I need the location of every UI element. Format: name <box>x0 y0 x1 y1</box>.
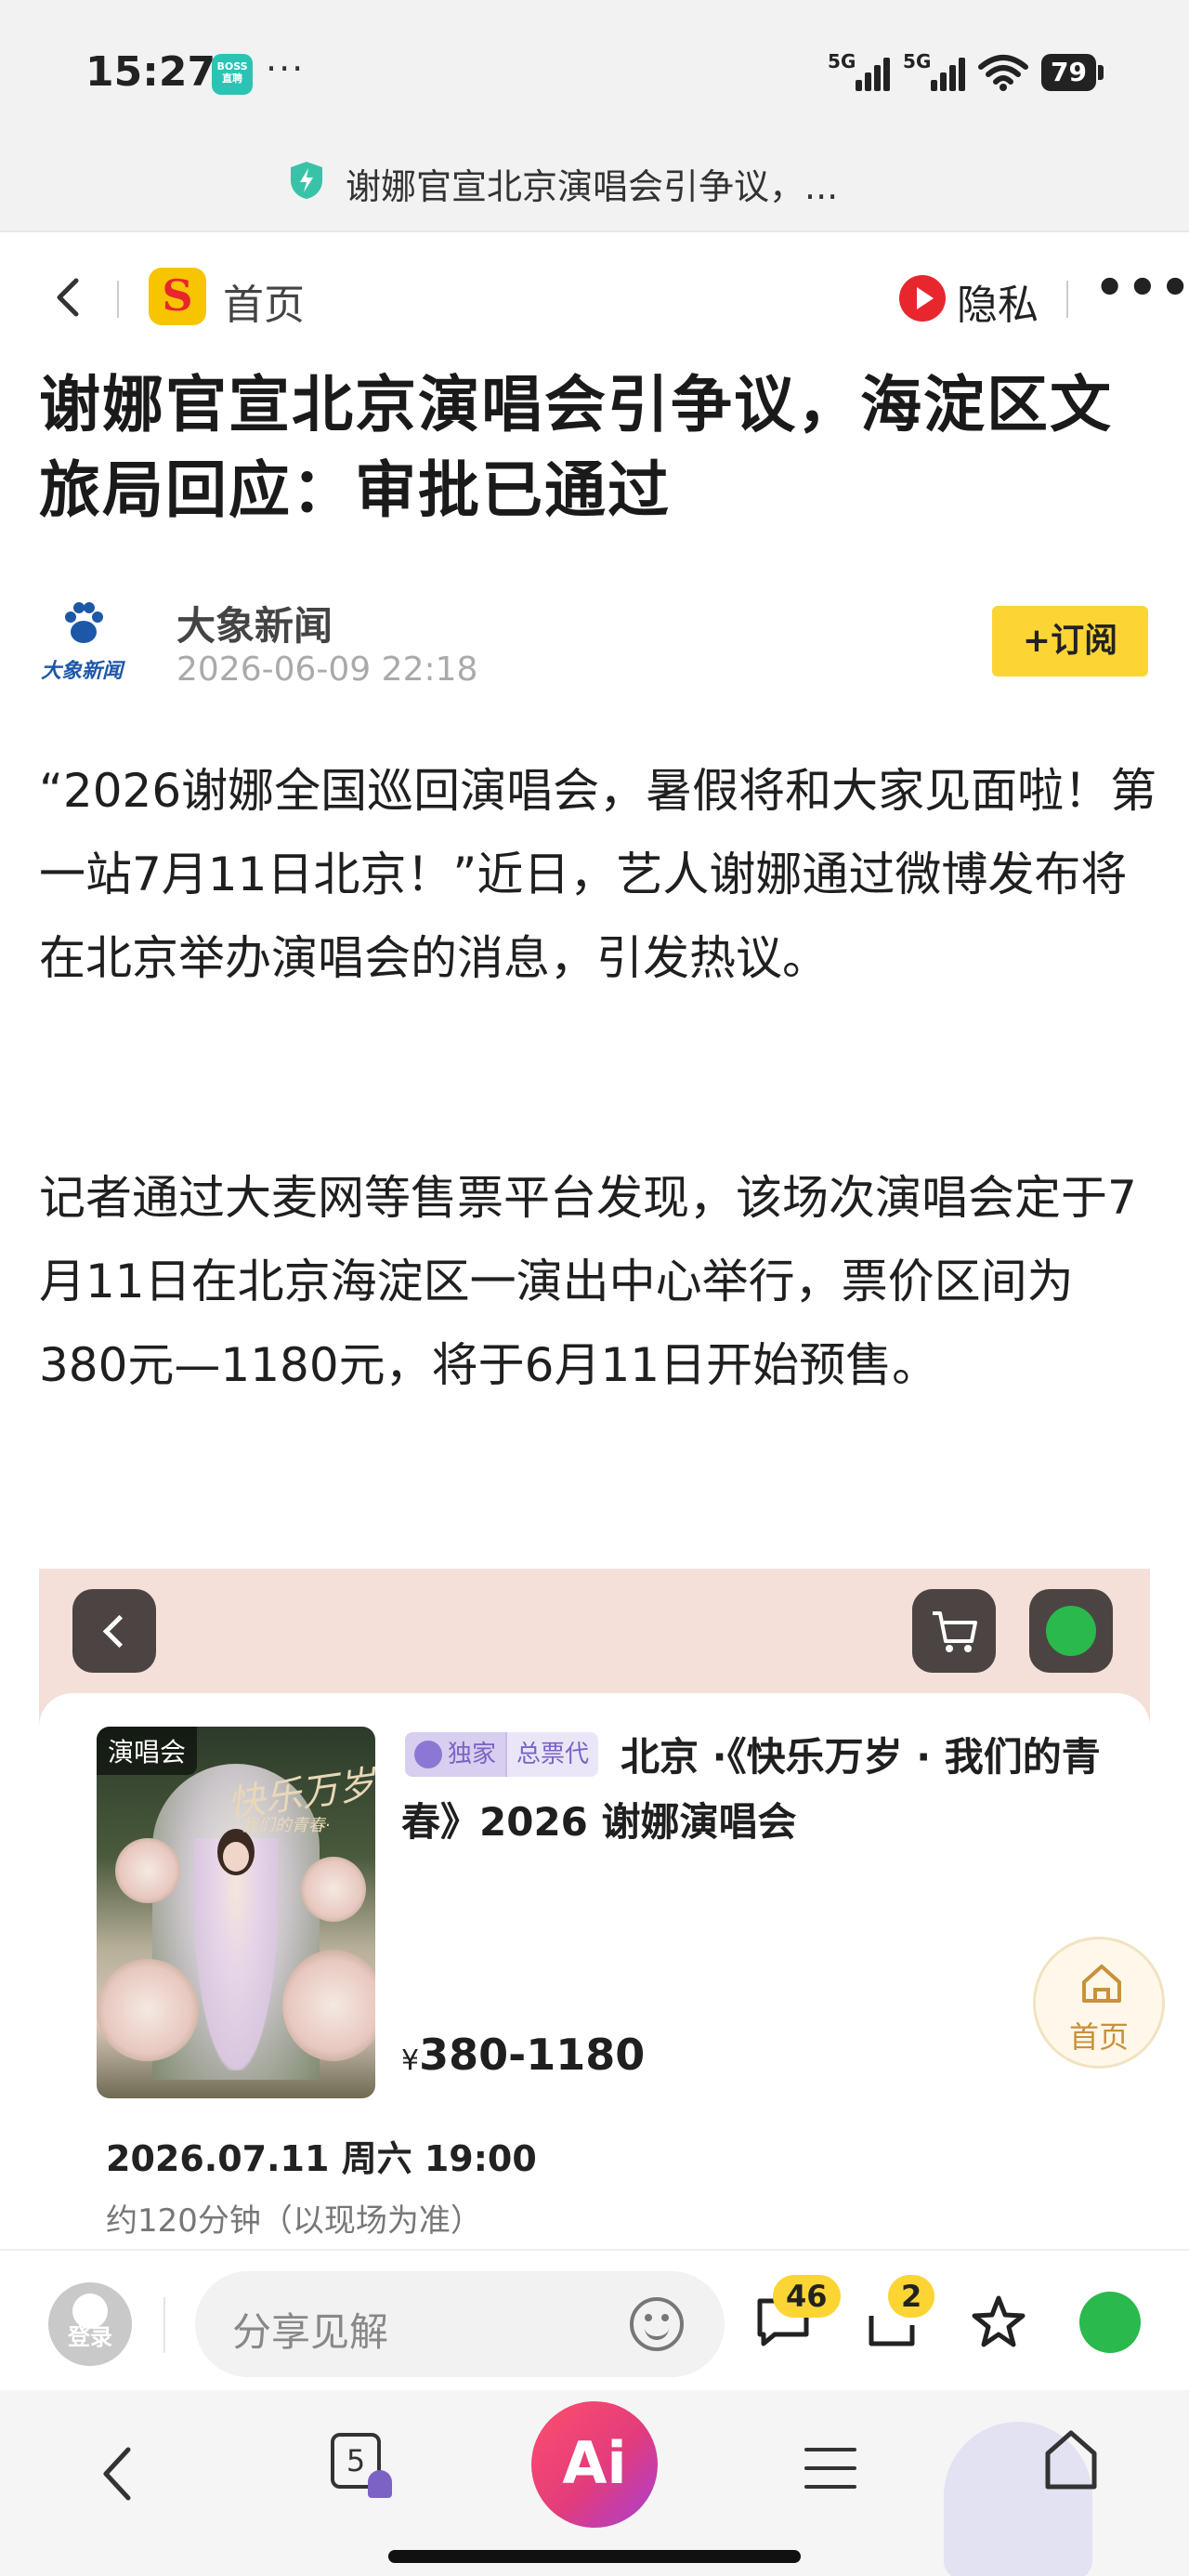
signal-icon-2: 5G <box>903 50 966 91</box>
share-count-badge: 2 <box>888 2275 935 2318</box>
status-bar: 15:27 BOSS直聘 ··· 5G 5G 79 <box>0 0 1189 139</box>
floating-home-label: 首页 <box>1068 2019 1129 2055</box>
battery-icon: 79 <box>1041 54 1104 91</box>
image-cart-icon <box>912 1589 996 1673</box>
favorite-star-icon[interactable] <box>970 2293 1027 2351</box>
subscribe-button[interactable]: +订阅 <box>992 606 1148 677</box>
comment-input[interactable]: 分享见解 <box>195 2271 725 2377</box>
price-range: ¥380-1180 <box>401 2030 645 2080</box>
incognito-ghost-icon <box>368 2470 392 2498</box>
comment-placeholder: 分享见解 <box>232 2309 389 2355</box>
login-avatar[interactable]: 登录 <box>48 2282 132 2366</box>
back-icon[interactable] <box>46 269 93 325</box>
paw-logo-icon <box>65 602 103 643</box>
comment-count-badge: 46 <box>773 2275 841 2318</box>
home-link[interactable]: 首页 <box>223 271 305 331</box>
secure-shield-icon <box>291 162 322 199</box>
poster-tag: 演唱会 <box>97 1727 198 1775</box>
article-paragraph: “2026谢娜全国巡回演唱会，暑假将和大家见面啦！第一站7月11日北京！”近日，… <box>39 764 1157 985</box>
article-image[interactable]: 快乐万岁 ·我们的青春· 演唱会 北京 ·《快乐万岁 · 我们的青春》2026 … <box>39 1569 1150 2256</box>
home-icon <box>1082 1965 1121 2003</box>
concert-poster: 快乐万岁 ·我们的青春· 演唱会 <box>97 1727 375 2098</box>
privacy-play-icon[interactable] <box>899 275 946 322</box>
divider <box>163 2297 165 2353</box>
browser-home-icon[interactable] <box>1042 2427 1100 2492</box>
status-time: 15:27 <box>85 48 216 96</box>
image-wechat-icon <box>1029 1589 1113 1673</box>
publish-date: 2026-06-09 22:18 <box>176 651 478 689</box>
menu-icon[interactable] <box>804 2448 856 2504</box>
badge-exclusive-text: 独家 <box>448 1741 497 1768</box>
more-menu-button[interactable]: ••• <box>1094 260 1189 316</box>
notification-more-icon: ··· <box>266 48 306 89</box>
ticket-agent-icon <box>414 1741 442 1768</box>
comment-bar: 登录 分享见解 46 2 <box>0 2249 1189 2388</box>
top-nav: S 首页 隐私 ••• <box>0 243 1189 355</box>
signal-label: 5G <box>828 50 856 72</box>
ticket-card: 快乐万岁 ·我们的青春· 演唱会 北京 ·《快乐万岁 · 我们的青春》2026 … <box>39 1693 1150 2256</box>
floating-home-button[interactable]: 首页 <box>1033 1937 1165 2069</box>
home-indicator <box>388 2550 801 2563</box>
app-logo-icon[interactable]: S <box>149 268 206 325</box>
author-avatar[interactable]: 大象新闻 <box>37 595 130 688</box>
divider <box>117 281 119 318</box>
badge-agent-text: 总票代 <box>505 1732 599 1777</box>
show-duration: 约120分钟（以现场为准） <box>106 2202 482 2240</box>
author-logo-text: 大象新闻 <box>41 660 124 683</box>
divider <box>1066 281 1068 318</box>
poster-subtitle: ·我们的青春· <box>236 1816 331 1835</box>
wifi-icon <box>978 55 1029 91</box>
article-paragraph: 记者通过大麦网等售票平台发现，该场次演唱会定于7月11日在北京海淀区一演出中心举… <box>39 1171 1137 1392</box>
url-text: 谢娜官宣北京演唱会引争议，... <box>346 166 839 207</box>
ai-assistant-button[interactable]: Ai <box>531 2401 658 2528</box>
wechat-share-icon[interactable] <box>1079 2292 1141 2353</box>
price-value: 380-1180 <box>419 2030 646 2080</box>
browser-toolbar: 5 Ai <box>0 2390 1189 2576</box>
show-date: 2026.07.11 周六 19:00 <box>106 2138 537 2179</box>
article-title: 谢娜官宣北京演唱会引争议，海淀区文旅局回应：审批已通过 <box>39 369 1113 526</box>
price-symbol: ¥ <box>401 2044 420 2077</box>
privacy-link[interactable]: 隐私 <box>957 271 1039 331</box>
boss-app-icon: BOSS直聘 <box>212 54 253 95</box>
emoji-icon[interactable] <box>630 2297 684 2351</box>
exclusive-badge: 独家 总票代 <box>405 1732 599 1777</box>
status-indicators: 5G 5G 79 <box>828 50 1104 95</box>
signal-icon: 5G <box>828 50 891 91</box>
signal-label-2: 5G <box>903 50 932 72</box>
browser-back-icon[interactable] <box>93 2437 149 2511</box>
author-name[interactable]: 大象新闻 <box>176 595 333 651</box>
url-bar[interactable]: 谢娜官宣北京演唱会引争议，... <box>0 139 1189 232</box>
image-back-icon <box>72 1589 156 1673</box>
